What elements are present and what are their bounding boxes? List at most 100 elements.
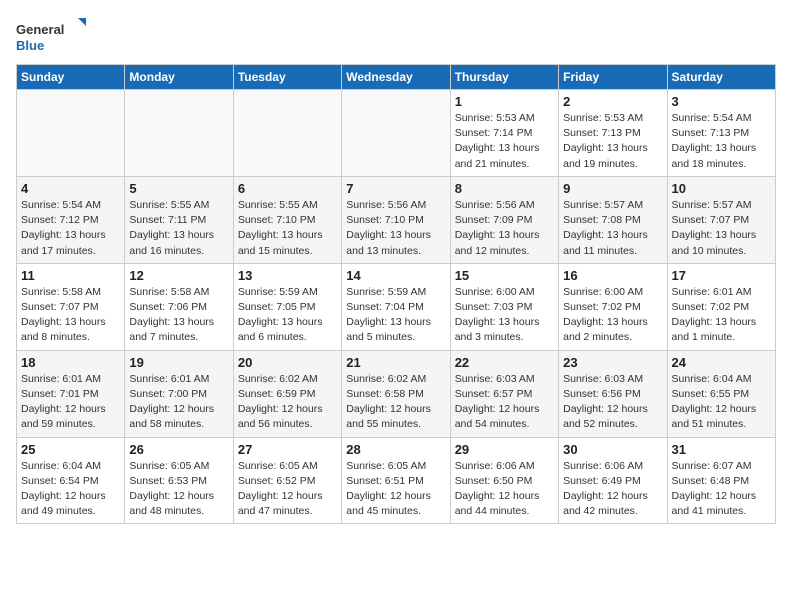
day-number: 31 [672, 442, 771, 457]
weekday-header: Monday [125, 65, 233, 90]
day-number: 17 [672, 268, 771, 283]
day-info: Sunrise: 5:53 AMSunset: 7:14 PMDaylight:… [455, 111, 554, 172]
day-number: 21 [346, 355, 445, 370]
day-info: Sunrise: 6:05 AMSunset: 6:52 PMDaylight:… [238, 459, 337, 520]
day-info: Sunrise: 6:04 AMSunset: 6:54 PMDaylight:… [21, 459, 120, 520]
day-number: 24 [672, 355, 771, 370]
calendar-table: SundayMondayTuesdayWednesdayThursdayFrid… [16, 64, 776, 524]
day-number: 14 [346, 268, 445, 283]
calendar-cell: 2Sunrise: 5:53 AMSunset: 7:13 PMDaylight… [559, 90, 667, 177]
calendar-week-row: 1 Sunrise: 5:53 AMSunset: 7:14 PMDaylight… [17, 90, 776, 177]
calendar-cell: 23 Sunrise: 6:03 AMSunset: 6:56 PMDayligh… [559, 350, 667, 437]
calendar-cell: 22 Sunrise: 6:03 AMSunset: 6:57 PMDayligh… [450, 350, 558, 437]
calendar-cell: 9Sunrise: 5:57 AMSunset: 7:08 PMDaylight… [559, 176, 667, 263]
calendar-cell: 14 Sunrise: 5:59 AMSunset: 7:04 PMDayligh… [342, 263, 450, 350]
day-info: Sunrise: 6:06 AMSunset: 6:50 PMDaylight:… [455, 459, 554, 520]
day-number: 11 [21, 268, 120, 283]
weekday-header: Sunday [17, 65, 125, 90]
day-info: Sunrise: 6:01 AMSunset: 7:00 PMDaylight:… [129, 372, 228, 433]
day-info: Sunrise: 6:04 AMSunset: 6:55 PMDaylight:… [672, 372, 771, 433]
weekday-header: Friday [559, 65, 667, 90]
day-info: Sunrise: 5:57 AMSunset: 7:07 PMDaylight:… [672, 198, 771, 259]
calendar-cell: 19 Sunrise: 6:01 AMSunset: 7:00 PMDayligh… [125, 350, 233, 437]
weekday-header: Wednesday [342, 65, 450, 90]
day-number: 6 [238, 181, 337, 196]
svg-text:General: General [16, 22, 64, 37]
calendar-cell: 18Sunrise: 6:01 AMSunset: 7:01 PMDayligh… [17, 350, 125, 437]
calendar-cell: 4 Sunrise: 5:54 AMSunset: 7:12 PMDaylight… [17, 176, 125, 263]
calendar-cell: 5Sunrise: 5:55 AMSunset: 7:11 PMDaylight… [125, 176, 233, 263]
calendar-cell: 11 Sunrise: 5:58 AMSunset: 7:07 PMDayligh… [17, 263, 125, 350]
day-info: Sunrise: 6:05 AMSunset: 6:53 PMDaylight:… [129, 459, 228, 520]
day-number: 7 [346, 181, 445, 196]
weekday-header: Tuesday [233, 65, 341, 90]
day-info: Sunrise: 5:59 AMSunset: 7:04 PMDaylight:… [346, 285, 445, 346]
day-number: 1 [455, 94, 554, 109]
calendar-cell: 16 Sunrise: 6:00 AMSunset: 7:02 PMDayligh… [559, 263, 667, 350]
day-info: Sunrise: 6:01 AMSunset: 7:02 PMDaylight:… [672, 285, 771, 346]
calendar-cell [233, 90, 341, 177]
day-info: Sunrise: 5:59 AMSunset: 7:05 PMDaylight:… [238, 285, 337, 346]
calendar-week-row: 4 Sunrise: 5:54 AMSunset: 7:12 PMDaylight… [17, 176, 776, 263]
day-number: 23 [563, 355, 662, 370]
calendar-cell: 10 Sunrise: 5:57 AMSunset: 7:07 PMDayligh… [667, 176, 775, 263]
day-info: Sunrise: 5:54 AMSunset: 7:13 PMDaylight:… [672, 111, 771, 172]
calendar-cell: 31 Sunrise: 6:07 AMSunset: 6:48 PMDayligh… [667, 437, 775, 524]
day-number: 30 [563, 442, 662, 457]
calendar-cell: 21 Sunrise: 6:02 AMSunset: 6:58 PMDayligh… [342, 350, 450, 437]
calendar-cell: 17 Sunrise: 6:01 AMSunset: 7:02 PMDayligh… [667, 263, 775, 350]
day-info: Sunrise: 6:00 AMSunset: 7:03 PMDaylight:… [455, 285, 554, 346]
day-number: 28 [346, 442, 445, 457]
day-number: 12 [129, 268, 228, 283]
calendar-cell: 8 Sunrise: 5:56 AMSunset: 7:09 PMDaylight… [450, 176, 558, 263]
calendar-cell: 1 Sunrise: 5:53 AMSunset: 7:14 PMDaylight… [450, 90, 558, 177]
day-info: Sunrise: 5:55 AMSunset: 7:10 PMDaylight:… [238, 198, 337, 259]
day-info: Sunrise: 5:53 AMSunset: 7:13 PMDaylight:… [563, 111, 662, 172]
day-info: Sunrise: 6:02 AMSunset: 6:58 PMDaylight:… [346, 372, 445, 433]
day-number: 8 [455, 181, 554, 196]
day-info: Sunrise: 6:03 AMSunset: 6:56 PMDaylight:… [563, 372, 662, 433]
calendar-cell: 6 Sunrise: 5:55 AMSunset: 7:10 PMDaylight… [233, 176, 341, 263]
day-info: Sunrise: 6:05 AMSunset: 6:51 PMDaylight:… [346, 459, 445, 520]
day-info: Sunrise: 6:06 AMSunset: 6:49 PMDaylight:… [563, 459, 662, 520]
calendar-cell: 3 Sunrise: 5:54 AMSunset: 7:13 PMDaylight… [667, 90, 775, 177]
logo-svg: General Blue [16, 16, 86, 56]
calendar-cell: 12 Sunrise: 5:58 AMSunset: 7:06 PMDayligh… [125, 263, 233, 350]
day-info: Sunrise: 5:55 AMSunset: 7:11 PMDaylight:… [129, 198, 228, 259]
day-info: Sunrise: 5:57 AMSunset: 7:08 PMDaylight:… [563, 198, 662, 259]
calendar-cell: 28 Sunrise: 6:05 AMSunset: 6:51 PMDayligh… [342, 437, 450, 524]
day-info: Sunrise: 6:02 AMSunset: 6:59 PMDaylight:… [238, 372, 337, 433]
day-info: Sunrise: 6:03 AMSunset: 6:57 PMDaylight:… [455, 372, 554, 433]
day-number: 19 [129, 355, 228, 370]
calendar-cell [17, 90, 125, 177]
day-number: 4 [21, 181, 120, 196]
calendar-cell: 29 Sunrise: 6:06 AMSunset: 6:50 PMDayligh… [450, 437, 558, 524]
day-number: 26 [129, 442, 228, 457]
day-number: 13 [238, 268, 337, 283]
day-number: 3 [672, 94, 771, 109]
calendar-cell [125, 90, 233, 177]
calendar-header-row: SundayMondayTuesdayWednesdayThursdayFrid… [17, 65, 776, 90]
weekday-header: Thursday [450, 65, 558, 90]
day-info: Sunrise: 5:54 AMSunset: 7:12 PMDaylight:… [21, 198, 120, 259]
day-info: Sunrise: 5:58 AMSunset: 7:07 PMDaylight:… [21, 285, 120, 346]
svg-text:Blue: Blue [16, 38, 44, 53]
calendar-cell: 30 Sunrise: 6:06 AMSunset: 6:49 PMDayligh… [559, 437, 667, 524]
day-info: Sunrise: 6:00 AMSunset: 7:02 PMDaylight:… [563, 285, 662, 346]
weekday-header: Saturday [667, 65, 775, 90]
calendar-cell: 20Sunrise: 6:02 AMSunset: 6:59 PMDayligh… [233, 350, 341, 437]
day-number: 16 [563, 268, 662, 283]
calendar-week-row: 18Sunrise: 6:01 AMSunset: 7:01 PMDayligh… [17, 350, 776, 437]
day-number: 29 [455, 442, 554, 457]
calendar-cell: 7Sunrise: 5:56 AMSunset: 7:10 PMDaylight… [342, 176, 450, 263]
calendar-cell: 15 Sunrise: 6:00 AMSunset: 7:03 PMDayligh… [450, 263, 558, 350]
day-info: Sunrise: 6:07 AMSunset: 6:48 PMDaylight:… [672, 459, 771, 520]
calendar-cell: 25Sunrise: 6:04 AMSunset: 6:54 PMDayligh… [17, 437, 125, 524]
day-number: 22 [455, 355, 554, 370]
day-info: Sunrise: 5:58 AMSunset: 7:06 PMDaylight:… [129, 285, 228, 346]
day-number: 18 [21, 355, 120, 370]
logo: General Blue [16, 16, 86, 56]
day-number: 10 [672, 181, 771, 196]
day-number: 15 [455, 268, 554, 283]
day-info: Sunrise: 5:56 AMSunset: 7:09 PMDaylight:… [455, 198, 554, 259]
